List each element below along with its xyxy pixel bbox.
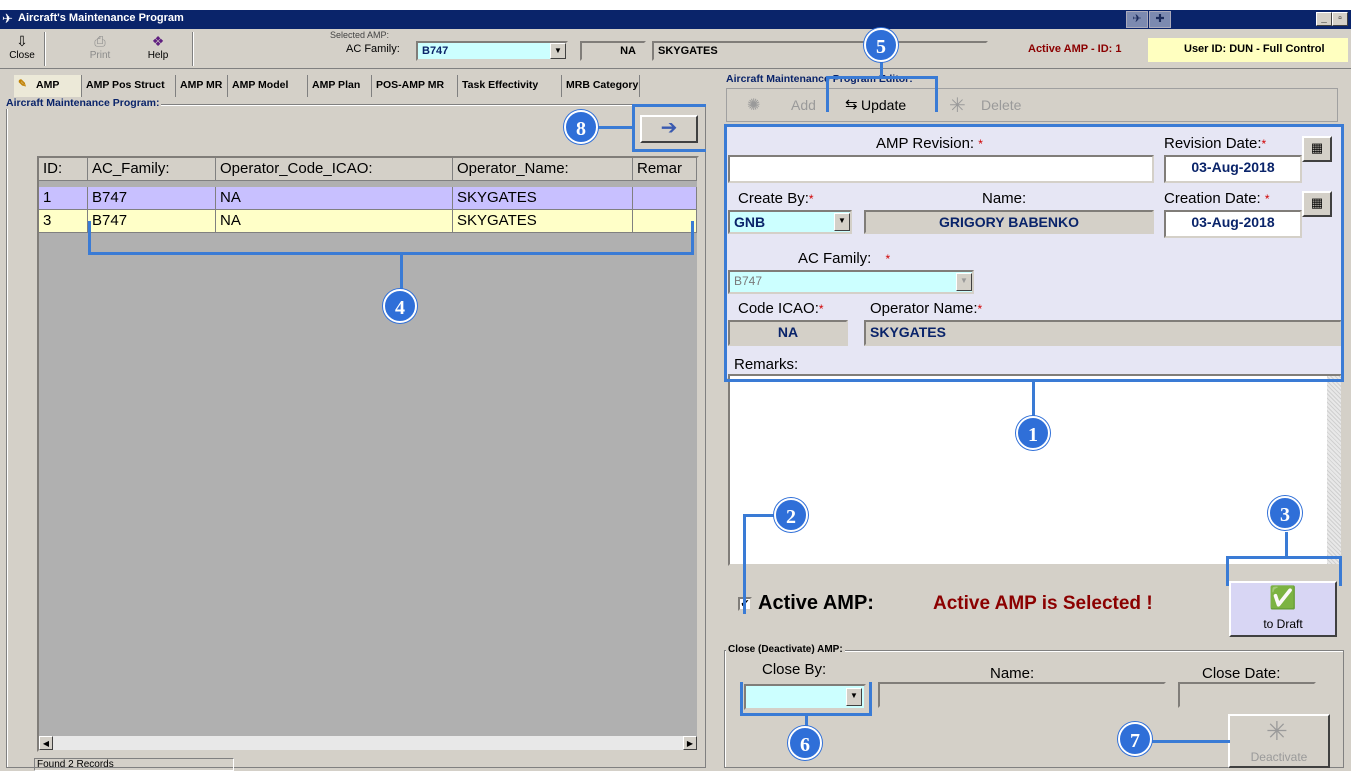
tab-mrb-category[interactable]: MRB Category: [562, 75, 640, 97]
add-icon: ✺: [747, 97, 761, 114]
close-date-field: [1178, 682, 1316, 708]
callout-1: 1: [1016, 416, 1050, 450]
cell-id: 3: [39, 210, 88, 233]
grid-header-operator-name[interactable]: Operator_Name:: [453, 158, 633, 181]
deactivate-button[interactable]: ✳ Deactivate: [1228, 714, 1330, 768]
callout-6: 6: [788, 726, 822, 760]
minimize-button[interactable]: _: [1316, 12, 1332, 26]
ac-family-select[interactable]: B747: [416, 41, 568, 61]
tab-strip: ✎ AMP AMP Pos Struct AMP MR AMP Model AM…: [14, 75, 640, 97]
close-name-field: [878, 682, 1166, 708]
callout-3: 3: [1268, 496, 1302, 530]
tab-amp-mr[interactable]: AMP MR: [176, 75, 228, 97]
ac-family-label: AC Family:: [346, 43, 400, 55]
to-draft-label: to Draft: [1263, 617, 1303, 631]
callout-line: [743, 514, 775, 517]
close-date-label: Close Date:: [1202, 665, 1281, 682]
operator-code-field: NA: [580, 41, 646, 61]
help-button-label: Help: [147, 50, 169, 61]
close-amp-title: Close (Deactivate) AMP:: [726, 644, 845, 655]
print-button[interactable]: ⎙ Print: [82, 32, 118, 66]
amp-list-title: Aircraft Maintenance Program:: [4, 97, 162, 109]
callout-line: [1032, 382, 1035, 416]
close-by-label: Close By:: [762, 661, 827, 678]
close-button[interactable]: ⇩ Close: [4, 32, 40, 66]
close-button-label: Close: [9, 50, 35, 61]
callout-8: 8: [564, 110, 598, 144]
callout-2: 2: [774, 498, 808, 532]
cell-remarks: [633, 187, 697, 210]
cell-operator-name: SKYGATES: [453, 187, 633, 210]
plane-tail-icon[interactable]: ✚: [1149, 11, 1171, 28]
tab-task-effectivity[interactable]: Task Effectivity: [458, 75, 562, 97]
ac-family-select-value: B747: [422, 45, 449, 57]
help-button[interactable]: ❖ Help: [140, 32, 176, 66]
tab-amp-plan[interactable]: AMP Plan: [308, 75, 372, 97]
selected-amp-caption: Selected AMP:: [330, 30, 390, 40]
print-button-label: Print: [89, 50, 111, 61]
grid-header-remarks[interactable]: Remar: [633, 158, 697, 181]
plane-icon[interactable]: ✈: [1126, 11, 1148, 28]
callout-bracket-to-draft: [1226, 556, 1342, 586]
scroll-left-icon[interactable]: ◀: [39, 736, 53, 750]
window-titlebar: ✈ Aircraft's Maintenance Program ✈ ✚ _ ▫: [0, 10, 1351, 29]
active-amp-indicator: Active AMP - ID: 1: [1028, 43, 1122, 55]
callout-line: [1285, 532, 1288, 558]
cell-ac-family: B747: [88, 187, 216, 210]
editor-toolbar: ✺ Add ⇆ Update ✳ Delete: [726, 88, 1338, 122]
record-count-status: Found 2 Records: [34, 758, 234, 771]
remarks-textarea[interactable]: [728, 374, 1342, 566]
callout-4: 4: [383, 289, 417, 323]
door-exit-icon: ⇩: [16, 33, 28, 49]
callout-5: 5: [864, 28, 898, 62]
callout-line: [743, 514, 746, 614]
grid-header-operator-code[interactable]: Operator_Code_ICAO:: [216, 158, 453, 181]
callout-bracket-arrow: [632, 104, 706, 152]
horizontal-scrollbar[interactable]: ◀ ▶: [39, 736, 697, 750]
callout-line: [598, 126, 634, 129]
callout-bracket-grid-row: [88, 221, 694, 255]
grid-header-ac-family[interactable]: AC_Family:: [88, 158, 216, 181]
scroll-right-icon[interactable]: ▶: [683, 736, 697, 750]
callout-bracket-editor-fields: [724, 124, 1344, 382]
user-info-badge: User ID: DUN - Full Control: [1148, 38, 1348, 62]
operator-name-field: SKYGATES: [652, 41, 988, 61]
edit-icon: ✎: [18, 78, 27, 90]
tab-pos-amp-mr[interactable]: POS-AMP MR: [372, 75, 458, 97]
callout-bracket-close-by: [740, 682, 872, 716]
restore-button[interactable]: ▫: [1332, 12, 1348, 26]
cell-id: 1: [39, 187, 88, 210]
tab-amp[interactable]: ✎ AMP: [14, 75, 82, 97]
app-icon: ✈: [2, 11, 13, 26]
callout-bracket-update: [826, 76, 938, 112]
callout-7: 7: [1118, 722, 1152, 756]
deactivate-icon: ✳: [1266, 716, 1288, 746]
active-amp-label: Active AMP:: [758, 592, 874, 614]
close-name-label: Name:: [990, 665, 1035, 682]
deactivate-label: Deactivate: [1250, 750, 1308, 764]
checklist-icon: ✅: [1269, 585, 1297, 610]
grid-header-id[interactable]: ID:: [39, 158, 88, 181]
cell-operator-code: NA: [216, 187, 453, 210]
help-book-icon: ❖: [151, 33, 165, 49]
to-draft-button[interactable]: ✅ to Draft: [1229, 581, 1337, 637]
remarks-scrollbar[interactable]: [1327, 376, 1341, 564]
callout-line: [1150, 740, 1230, 743]
window-title: Aircraft's Maintenance Program: [18, 12, 184, 24]
delete-icon: ✳: [949, 95, 966, 117]
tab-amp-pos-struct[interactable]: AMP Pos Struct: [82, 75, 176, 97]
callout-line: [400, 254, 403, 290]
add-button[interactable]: Add: [791, 97, 816, 113]
ac-family-dropdown-icon[interactable]: ▼: [550, 43, 566, 59]
delete-button[interactable]: Delete: [981, 97, 1021, 113]
active-amp-status: Active AMP is Selected !: [933, 593, 1153, 614]
main-toolbar: ⇩ Close ⎙ Print ❖ Help Selected AMP: AC …: [0, 29, 1351, 69]
tab-amp-model[interactable]: AMP Model: [228, 75, 308, 97]
printer-icon: ⎙: [94, 33, 106, 49]
tab-amp-label: AMP: [36, 79, 60, 91]
